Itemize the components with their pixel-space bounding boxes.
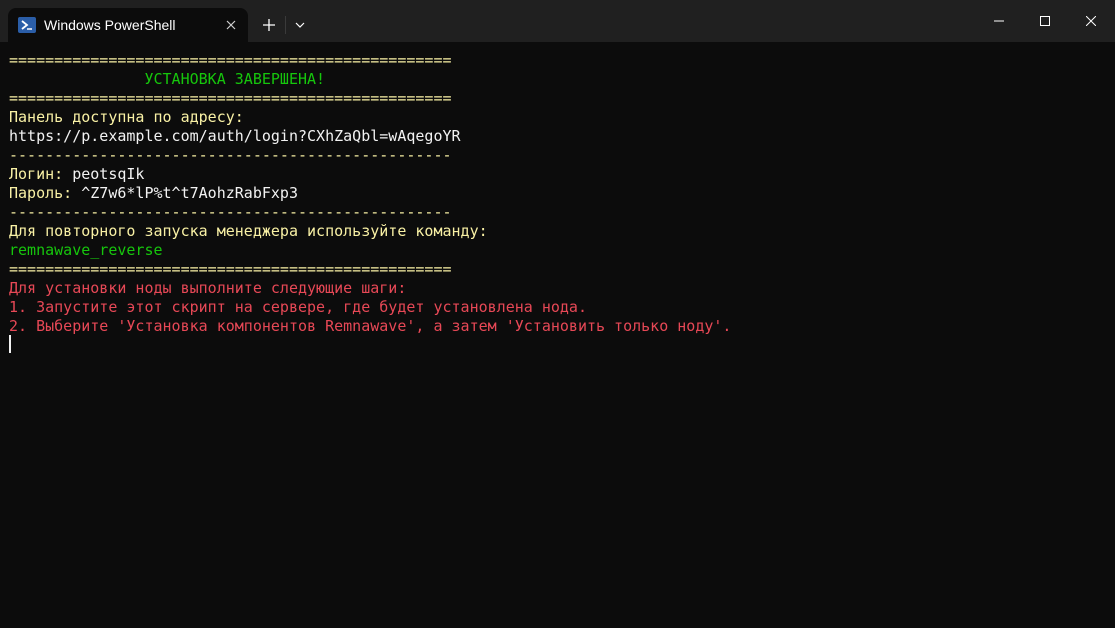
install-complete-heading: УСТАНОВКА ЗАВЕРШЕНА! — [9, 70, 326, 88]
panel-url: https://p.example.com/auth/login?CXhZaQb… — [9, 127, 461, 145]
close-window-button[interactable] — [1068, 0, 1114, 42]
dash-separator-line: ----------------------------------------… — [9, 203, 452, 221]
node-install-heading: Для установки ноды выполните следующие ш… — [9, 279, 407, 297]
rerun-instruction: Для повторного запуска менеджера использ… — [9, 222, 488, 240]
node-install-step-1: 1. Запустите этот скрипт на сервере, где… — [9, 298, 587, 316]
dash-separator-line: ----------------------------------------… — [9, 146, 452, 164]
terminal-output[interactable]: ========================================… — [0, 42, 1115, 628]
separator-line: ========================================… — [9, 260, 452, 278]
text-cursor — [9, 335, 11, 353]
login-line: Логин: peotsqIk — [9, 165, 731, 184]
plus-icon — [263, 19, 275, 31]
powershell-window: Windows PowerShell =====================… — [0, 0, 1115, 628]
new-tab-button[interactable] — [258, 14, 280, 36]
login-label: Логин: — [9, 165, 73, 183]
rerun-command: remnawave_reverse — [9, 241, 163, 259]
password-label: Пароль: — [9, 184, 82, 202]
powershell-icon — [18, 17, 36, 33]
node-install-step-2: 2. Выберите 'Установка компонентов Remna… — [9, 317, 732, 335]
titlebar-separator — [285, 16, 286, 34]
maximize-icon — [1040, 16, 1050, 26]
close-tab-icon[interactable] — [222, 16, 240, 34]
password-line: Пароль: ^Z7w6*lP%t^t7AohzRabFxp3 — [9, 184, 731, 203]
minimize-icon — [994, 20, 1004, 22]
tab-powershell[interactable]: Windows PowerShell — [8, 8, 248, 42]
separator-line: ========================================… — [9, 51, 452, 69]
tab-title: Windows PowerShell — [44, 17, 176, 33]
panel-address-label: Панель доступна по адресу: — [9, 108, 244, 126]
title-bar: Windows PowerShell — [0, 0, 1115, 42]
tab-dropdown-button[interactable] — [290, 14, 310, 36]
maximize-button[interactable] — [1022, 0, 1068, 42]
close-icon — [1086, 16, 1096, 26]
chevron-down-icon — [295, 22, 305, 28]
minimize-button[interactable] — [976, 0, 1022, 42]
separator-line: ========================================… — [9, 89, 452, 107]
password-value: ^Z7w6*lP%t^t7AohzRabFxp3 — [81, 184, 298, 202]
login-value: peotsqIk — [72, 165, 145, 183]
